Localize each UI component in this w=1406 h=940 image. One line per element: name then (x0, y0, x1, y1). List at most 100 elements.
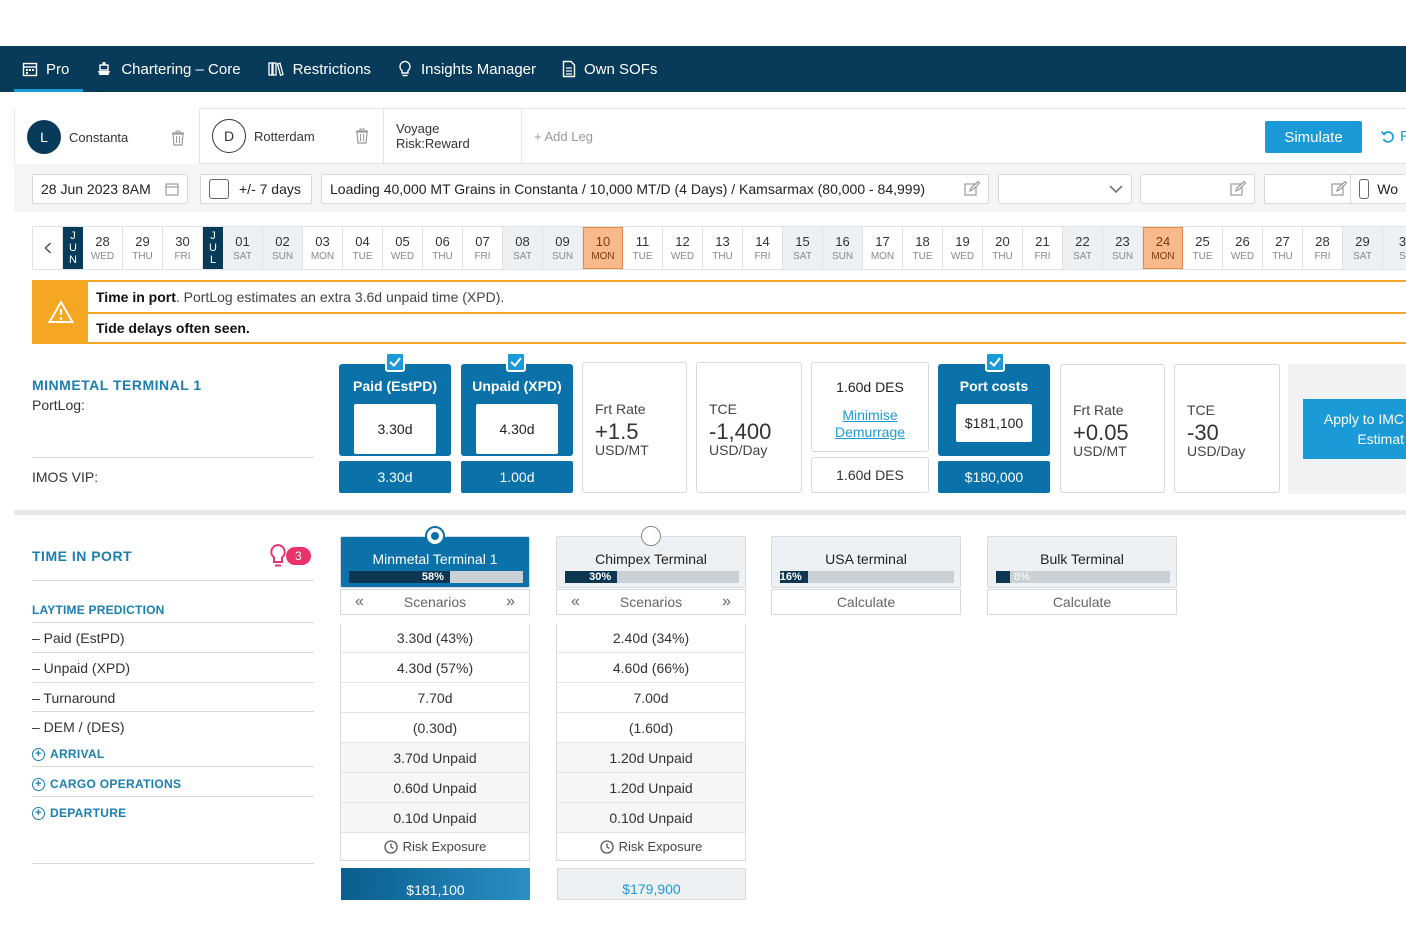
port-costs-title: Port costs (959, 378, 1029, 394)
calendar-day[interactable]: 19 WED (943, 227, 983, 269)
flex-days-field[interactable]: +/- 7 days (200, 174, 312, 204)
terminal-price-minmetal[interactable]: $181,100 (341, 868, 530, 900)
calendar-day[interactable]: 21 FRI (1023, 227, 1063, 269)
nav-chartering-core[interactable]: Chartering – Core (91, 46, 256, 92)
calendar-day[interactable]: 11 TUE (623, 227, 663, 269)
calendar-day[interactable]: 16 SUN (823, 227, 863, 269)
calendar-day[interactable]: 18 TUE (903, 227, 943, 269)
double-chevron-right-icon[interactable]: » (506, 593, 515, 611)
nav-restrictions[interactable]: Restrictions (263, 46, 387, 92)
paid-estpd-checkbox[interactable] (385, 352, 405, 372)
calendar-day[interactable]: 27 THU (1263, 227, 1303, 269)
terminal-share-label: 16% (779, 571, 802, 583)
expand-arrival[interactable]: + ARRIVAL (32, 747, 105, 761)
calendar-day[interactable]: 20 THU (983, 227, 1023, 269)
terminal-radio-chimpex[interactable] (641, 526, 661, 546)
calendar-day[interactable]: 23 SUN (1103, 227, 1143, 269)
calculate-button[interactable]: Calculate (771, 589, 961, 615)
simulate-button[interactable]: Simulate (1265, 121, 1362, 153)
calendar-day[interactable]: 15 SAT (783, 227, 823, 269)
calendar-day[interactable]: 26 WED (1223, 227, 1263, 269)
calendar-day-weekday: FRI (1314, 251, 1331, 262)
double-chevron-right-icon[interactable]: » (722, 593, 731, 611)
editable-field-a[interactable] (1140, 174, 1255, 204)
trash-icon[interactable] (171, 130, 185, 146)
scenarios-control[interactable]: « Scenarios » (340, 589, 530, 615)
expand-cargo-operations[interactable]: + CARGO OPERATIONS (32, 777, 181, 791)
calendar-day[interactable]: 01 SAT (223, 227, 263, 269)
flex-days-checkbox[interactable] (209, 179, 229, 199)
select-dropdown[interactable] (998, 174, 1132, 204)
port-costs-checkbox[interactable] (985, 352, 1005, 372)
paid-estpd-card[interactable]: Paid (EstPD) 3.30d (339, 364, 451, 456)
unpaid-xpd-checkbox[interactable] (506, 352, 526, 372)
nav-own-sofs[interactable]: Own SOFs (558, 46, 673, 92)
insights-badge[interactable]: 3 (268, 543, 311, 569)
calendar-day[interactable]: 09 SUN (543, 227, 583, 269)
calendar-day[interactable]: 02 SUN (263, 227, 303, 269)
calendar-day-highlighted[interactable]: 10 MON (583, 227, 623, 269)
weather-checkbox-field[interactable]: Wo (1350, 174, 1406, 204)
double-chevron-left-icon[interactable]: « (571, 593, 580, 611)
port-costs-card[interactable]: Port costs $181,100 (938, 364, 1050, 456)
expand-departure[interactable]: + DEPARTURE (32, 806, 126, 820)
calendar-day[interactable]: 03 MON (303, 227, 343, 269)
edit-icon[interactable] (1230, 181, 1246, 197)
leg-tab-risk-reward[interactable]: Voyage Risk:Reward (384, 108, 522, 164)
value-arrival: 1.20d Unpaid (556, 743, 746, 773)
trash-icon[interactable] (355, 128, 369, 144)
terminal-radio-minmetal[interactable] (425, 526, 445, 546)
nav-pro[interactable]: Pro (13, 46, 85, 92)
nav-insights-manager[interactable]: Insights Manager (393, 46, 552, 92)
calendar-day[interactable]: 28 FRI (1303, 227, 1343, 269)
edit-icon[interactable] (1331, 181, 1347, 197)
calendar-day[interactable]: 25 TUE (1183, 227, 1223, 269)
add-leg-button[interactable]: + Add Leg (522, 129, 593, 144)
calendar-day[interactable]: 14 FRI (743, 227, 783, 269)
reset-button[interactable]: R (1380, 128, 1406, 145)
calendar-prev-button[interactable] (33, 227, 63, 269)
calendar-day[interactable]: 17 MON (863, 227, 903, 269)
scenarios-control[interactable]: « Scenarios » (556, 589, 746, 615)
calendar-day[interactable]: 06 THU (423, 227, 463, 269)
minimise-demurrage-link[interactable]: Minimise Demurrage (812, 407, 928, 441)
calendar-day[interactable]: 28 WED (83, 227, 123, 269)
weather-checkbox[interactable] (1359, 179, 1370, 199)
editable-field-b[interactable] (1264, 174, 1356, 204)
unpaid-xpd-card[interactable]: Unpaid (XPD) 4.30d (461, 364, 573, 456)
calendar-day[interactable]: 12 WED (663, 227, 703, 269)
calendar-day[interactable]: 29 SAT (1343, 227, 1383, 269)
frt-rate-card-2: Frt Rate +0.05 USD/MT (1060, 364, 1165, 493)
double-chevron-left-icon[interactable]: « (355, 593, 364, 611)
terminal-share-bar: 58% (349, 571, 523, 583)
calendar-day[interactable]: 30 FRI (163, 227, 203, 269)
calendar-day-number: 17 (875, 234, 890, 249)
risk-exposure-button[interactable]: Risk Exposure (556, 833, 746, 861)
row-label-paid: – Paid (EstPD) (32, 630, 125, 646)
terminal-price-chimpex[interactable]: $179,900 (557, 868, 746, 900)
calendar-day[interactable]: 07 FRI (463, 227, 503, 269)
calendar-day-weekday: WED (390, 251, 415, 262)
laycan-date-field[interactable]: 28 Jun 2023 8AM (32, 174, 188, 204)
calendar-day[interactable]: 08 SAT (503, 227, 543, 269)
calculate-button[interactable]: Calculate (987, 589, 1177, 615)
calendar-day[interactable]: 22 SAT (1063, 227, 1103, 269)
apply-to-imos-button[interactable]: Apply to IMC Estimat (1303, 399, 1406, 459)
calendar-day-weekday: WED (950, 251, 975, 262)
tce-2-label: TCE (1187, 402, 1215, 418)
calendar-day[interactable]: 29 THU (123, 227, 163, 269)
terminal-card-bulk[interactable]: Bulk Terminal 8% (987, 536, 1177, 588)
leg-tab-load[interactable]: L Constanta (14, 108, 200, 164)
edit-icon[interactable] (964, 181, 980, 197)
expand-departure-label: DEPARTURE (50, 806, 127, 820)
leg-tab-discharge[interactable]: D Rotterdam (200, 108, 384, 164)
calendar-day[interactable]: 04 TUE (343, 227, 383, 269)
terminal-card-usa[interactable]: USA terminal 16% (771, 536, 961, 588)
cargo-description-field[interactable]: Loading 40,000 MT Grains in Constanta / … (321, 174, 989, 204)
calendar-day[interactable]: 13 THU (703, 227, 743, 269)
calendar-day[interactable]: 05 WED (383, 227, 423, 269)
clock-icon (599, 839, 614, 854)
calendar-day-highlighted[interactable]: 24 MON (1143, 227, 1183, 269)
risk-exposure-button[interactable]: Risk Exposure (340, 833, 530, 861)
calendar-day[interactable]: 3S (1383, 227, 1406, 269)
